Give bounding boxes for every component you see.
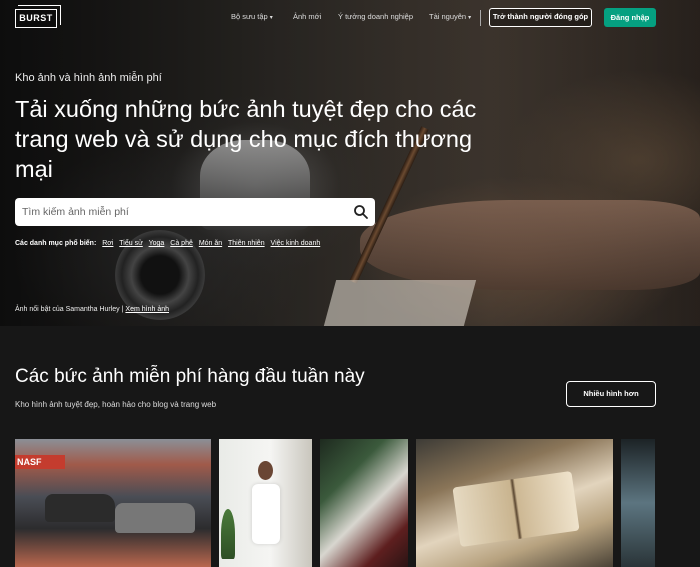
category-link-yoga[interactable]: Yoga [149,240,165,247]
nav-collections[interactable]: Bộ sưu tập ▾ [231,12,273,21]
nav-collections-label: Bộ sưu tập [231,12,268,21]
hero-content: Kho ảnh và hình ảnh miễn phí Tải xuống n… [15,72,495,184]
view-photo-link[interactable]: Xem hình ảnh [125,306,169,313]
hero-hand-shape [360,200,700,290]
nav-business-ideas-label: Ý tưởng doanh nghiệp [338,12,413,21]
person-head [258,461,273,480]
person-body [252,484,280,544]
section-subtitle: Kho hình ảnh tuyệt đẹp, hoàn hảo cho blo… [15,400,217,409]
photo-card-street-cars[interactable]: NASF [15,439,211,567]
nav-new-photos-label: Ảnh mới [293,12,322,21]
burst-logo[interactable]: BURST [15,5,61,28]
top-navigation: BURST Bộ sưu tập ▾ Ảnh mới Ý tưởng doanh … [0,0,700,36]
more-photos-button[interactable]: Nhiều hình hơn [566,381,656,407]
category-link-coffee[interactable]: Cà phê [170,240,193,247]
hero-paper [323,280,477,326]
category-link-portrait[interactable]: Tiểu sử [119,240,143,247]
login-button[interactable]: Đăng nhập [604,8,656,27]
open-book-shape [452,470,580,548]
hero-kicker: Kho ảnh và hình ảnh miễn phí [15,72,162,84]
nav-business-ideas[interactable]: Ý tưởng doanh nghiệp [338,12,413,21]
category-link-fall[interactable]: Rơi [102,240,113,247]
chevron-down-icon: ▾ [468,15,472,21]
hero-banner: BURST Bộ sưu tập ▾ Ảnh mới Ý tưởng doanh … [0,0,700,326]
car-shape [45,494,115,522]
search-bar [15,198,375,226]
category-link-business[interactable]: Việc kinh doanh [271,240,321,247]
nav-new-photos[interactable]: Ảnh mới [293,12,321,21]
chevron-down-icon: ▾ [269,15,273,21]
search-icon[interactable] [353,204,369,220]
photo-credit-text: Ảnh nổi bật của Samantha Hurley | [15,306,124,313]
plant-shape [221,509,235,559]
photo-credit: Ảnh nổi bật của Samantha Hurley | Xem hì… [15,306,169,313]
hero-headline: Tải xuống những bức ảnh tuyệt đẹp cho cá… [15,96,477,182]
become-contributor-button[interactable]: Trở thành người đóng góp [489,8,592,27]
top-photos-section: Các bức ảnh miễn phí hàng đầu tuần này K… [0,326,700,567]
popular-categories-label: Các danh mục phổ biến: [15,240,97,247]
category-link-food[interactable]: Món ăn [199,240,222,247]
nav-divider [480,10,481,26]
category-link-nature[interactable]: Thiên nhiên [228,240,265,247]
car-shape [115,503,195,533]
photo-card-woman-white-outfit[interactable] [219,439,312,567]
nav-resources-label: Tài nguyên [429,12,467,21]
search-input[interactable] [22,204,342,220]
photo-card-partial[interactable] [621,439,655,567]
nav-resources[interactable]: Tài nguyên ▾ [429,12,471,21]
section-title: Các bức ảnh miễn phí hàng đầu tuần này [15,366,365,387]
photo-card-open-book[interactable] [416,439,613,567]
photo-card-magazine[interactable] [320,439,408,567]
storefront-sign: NASF [15,455,65,469]
popular-categories: Các danh mục phổ biến: Rơi Tiểu sử Yoga … [15,240,324,247]
